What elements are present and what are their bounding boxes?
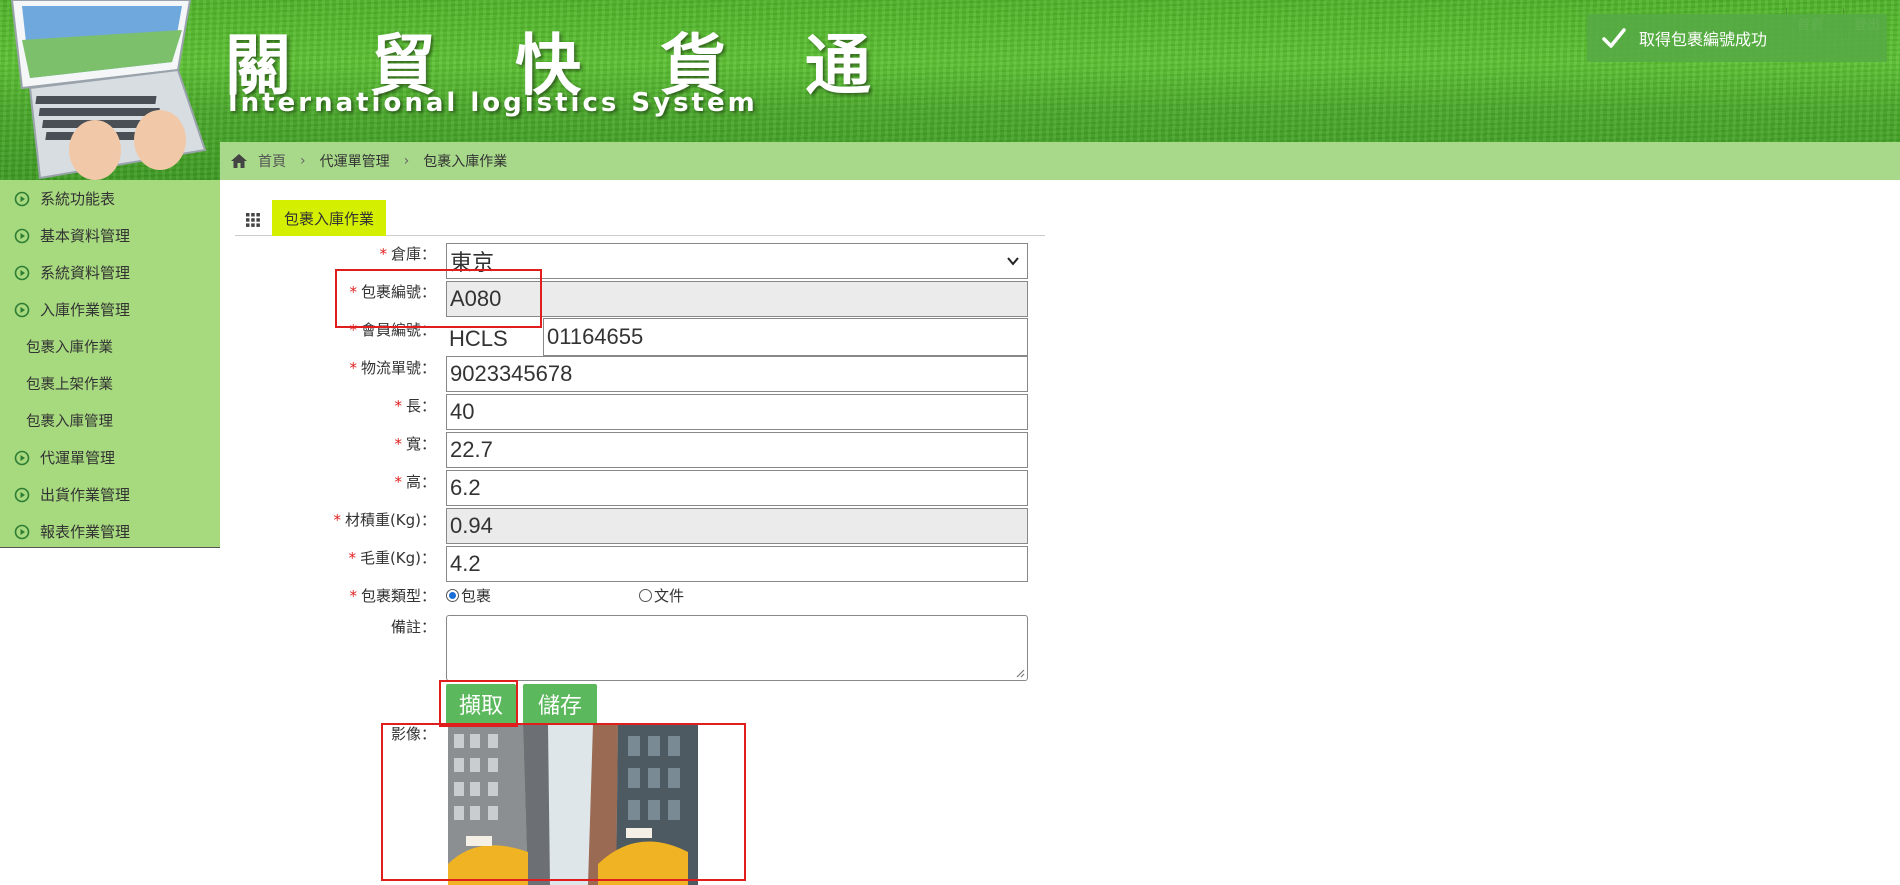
circle-play-icon [14, 191, 30, 206]
circle-play-icon [14, 265, 30, 280]
annotation-box-photo [381, 723, 746, 881]
annotation-box-package-no [335, 269, 542, 328]
laptop-illustration [10, 0, 207, 180]
toast-message: 取得包裹編號成功 [1639, 30, 1768, 49]
home-icon[interactable] [230, 152, 248, 170]
circle-play-icon [14, 302, 30, 317]
app-subtitle: International logistics System [228, 88, 758, 118]
sidebar-subitem-package-shelving[interactable]: 包裹上架作業 [0, 365, 220, 402]
required-mark: * [394, 473, 402, 491]
circle-play-icon [14, 450, 30, 465]
package-type-label: * 包裹類型： [349, 587, 436, 605]
length-label: * 長： [394, 397, 436, 415]
sidebar-item-shipping[interactable]: 出貨作業管理 [0, 476, 220, 513]
required-mark: * [394, 397, 402, 415]
radio-button-checked[interactable] [446, 589, 459, 602]
sidebar-item-label: 入庫作業管理 [40, 301, 131, 319]
remarks-label: 備註： [390, 618, 436, 636]
sidebar-item-basic-data[interactable]: 基本資料管理 [0, 217, 220, 254]
breadcrumb-level1[interactable]: 代運單管理 [320, 151, 390, 171]
volumetric-weight-label: * 材積重(Kg)： [333, 511, 436, 529]
success-toast: 取得包裹編號成功 [1587, 14, 1887, 62]
warehouse-label: * 倉庫： [379, 245, 436, 263]
height-label: * 高： [394, 473, 436, 491]
chevron-right-icon: › [300, 153, 306, 169]
gross-weight-label: * 毛重(Kg)： [348, 549, 436, 567]
length-field[interactable]: 40 [446, 394, 1028, 430]
chevron-right-icon: › [403, 153, 410, 169]
sidebar-subitem-package-inbound[interactable]: 包裹入庫作業 [0, 328, 220, 365]
annotation-box-capture [439, 680, 518, 727]
required-mark: * [348, 549, 356, 567]
sidebar-subitem-inbound-management[interactable]: 包裹入庫管理 [0, 402, 220, 439]
required-mark: * [379, 245, 387, 263]
width-label: * 寬： [394, 435, 436, 453]
sidebar: 系統功能表 基本資料管理 系統資料管理 入庫作業管理 包裹入庫作業 包裹上架作業… [0, 180, 220, 548]
radio-button[interactable] [639, 589, 652, 602]
circle-play-icon [14, 228, 30, 243]
sidebar-item-inbound[interactable]: 入庫作業管理 [0, 291, 220, 328]
sidebar-item-system-menu[interactable]: 系統功能表 [0, 180, 220, 217]
required-mark: * [394, 435, 402, 453]
sidebar-item-label: 系統功能表 [40, 190, 116, 208]
save-button[interactable]: 儲存 [523, 684, 597, 724]
width-field[interactable]: 22.7 [446, 432, 1028, 468]
grid-icon [246, 213, 260, 227]
height-field[interactable]: 6.2 [446, 470, 1028, 506]
tracking-no-label: * 物流單號： [349, 359, 436, 377]
chevron-down-icon [1007, 257, 1019, 266]
member-no-field[interactable]: 01164655 [543, 318, 1028, 356]
required-mark: * [333, 511, 341, 529]
sidebar-item-label: 代運單管理 [40, 449, 116, 467]
volumetric-weight-field[interactable]: 0.94 [446, 508, 1028, 544]
sidebar-item-label: 出貨作業管理 [40, 486, 131, 504]
breadcrumb-level2: 包裹入庫作業 [423, 154, 508, 170]
radio-document[interactable]: 文件 [639, 585, 684, 606]
breadcrumb-home[interactable]: 首頁 [258, 151, 286, 171]
remarks-textarea[interactable] [446, 615, 1028, 681]
breadcrumb: 首頁 › 代運單管理 › 包裹入庫作業 [220, 142, 1900, 180]
circle-play-icon [14, 487, 30, 502]
tracking-no-field[interactable]: 9023345678 [446, 356, 1028, 392]
sidebar-item-waybill[interactable]: 代運單管理 [0, 439, 220, 476]
radio-package[interactable]: 包裹 [446, 585, 491, 606]
check-icon [1602, 28, 1626, 48]
required-mark: * [349, 359, 357, 377]
required-mark: * [349, 587, 357, 605]
tab-package-inbound[interactable]: 包裹入庫作業 [272, 200, 387, 236]
sidebar-item-system-data[interactable]: 系統資料管理 [0, 254, 220, 291]
sidebar-item-label: 基本資料管理 [40, 227, 131, 245]
panel-header: 包裹入庫作業 [235, 200, 1045, 236]
gross-weight-field[interactable]: 4.2 [446, 546, 1028, 582]
sidebar-item-reports[interactable]: 報表作業管理 [0, 513, 220, 550]
sidebar-item-label: 報表作業管理 [40, 523, 131, 541]
resize-grip-icon[interactable] [1015, 668, 1025, 678]
sidebar-item-label: 系統資料管理 [40, 264, 131, 282]
circle-play-icon [14, 524, 30, 539]
